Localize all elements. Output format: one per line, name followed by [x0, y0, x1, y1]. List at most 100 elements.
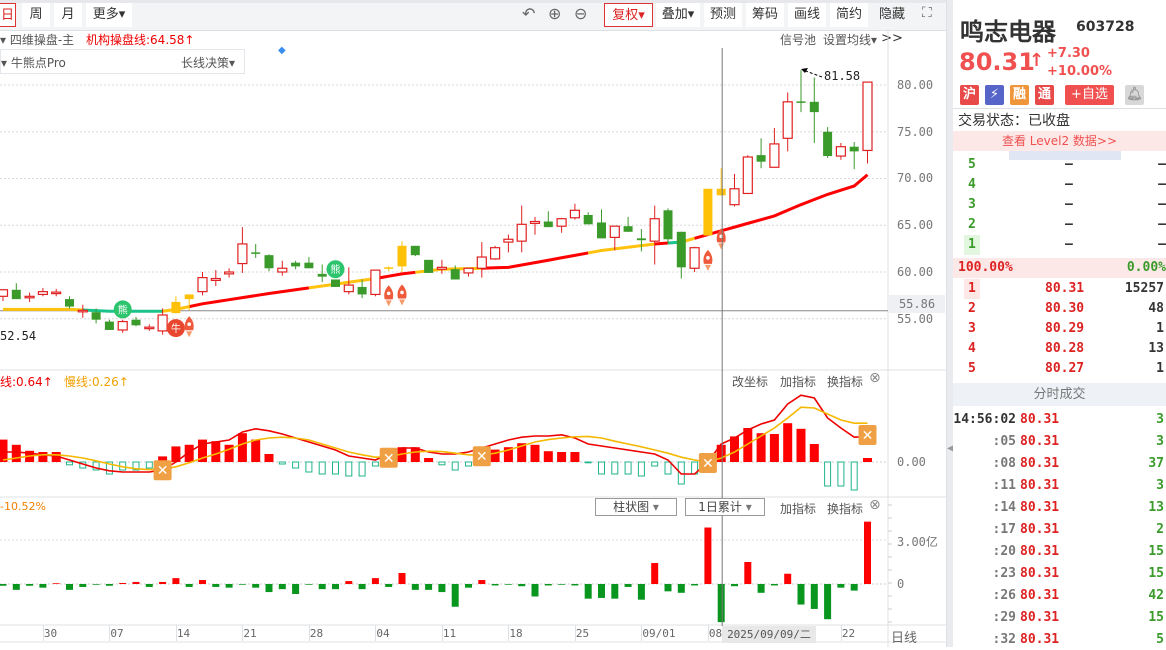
tick-price: 80.31 [1020, 610, 1060, 625]
tick-row: :14 80.31 13 [953, 498, 1166, 518]
hide-button[interactable]: 隐藏>> [870, 3, 914, 46]
shanghai-badge[interactable]: 沪 [960, 85, 979, 105]
switch-indicator-button[interactable]: 换指标 [827, 500, 863, 517]
ask-row: 5 — — [953, 155, 1166, 175]
candle-body [609, 225, 620, 239]
bid-level: 5 [968, 361, 976, 376]
zoom-out-icon[interactable]: ⊖ [574, 4, 587, 23]
ask-row: 4 — — [953, 175, 1166, 195]
candle-body [623, 226, 633, 232]
candle-body [503, 238, 514, 243]
volume-bar-outflow [624, 584, 632, 587]
tab-month[interactable]: 月 [54, 3, 82, 27]
ma-line-segment [694, 173, 869, 240]
tick-volume: 15 [1148, 566, 1164, 581]
tab-more[interactable]: 更多▾ [86, 3, 132, 27]
volume-bar-outflow [584, 584, 592, 599]
macd-slow-label: 慢线:0.26↑ [64, 375, 129, 389]
overlay-button[interactable]: 叠加▾ [656, 3, 700, 27]
volume-bar-inflow [159, 581, 167, 584]
level2-link[interactable]: 查看 Level2 数据>> [953, 131, 1166, 151]
tick-price: 80.31 [1020, 544, 1060, 559]
candle-body [597, 222, 606, 239]
margin-badge[interactable]: 融 [1010, 85, 1029, 105]
candle-body [716, 188, 726, 196]
draw-button[interactable]: 画线 [788, 3, 826, 27]
forecast-button[interactable]: 预测 [704, 3, 742, 27]
volume-bar-outflow [332, 584, 339, 590]
tick-volume: 37 [1148, 456, 1164, 471]
volume-bar-inflow [478, 580, 486, 584]
connect-badge[interactable]: 通 [1035, 85, 1054, 105]
date-tick: 28 [309, 627, 324, 640]
close-panel-icon[interactable]: ⊗ [869, 497, 881, 513]
bid-level: 1 [964, 279, 980, 299]
date-tick-mark [175, 625, 177, 641]
up-arrow-icon: ↑ [1029, 50, 1045, 71]
candle-body [317, 273, 327, 277]
candle-body [424, 259, 434, 273]
candle-body [809, 101, 819, 113]
candle-body [171, 301, 181, 314]
adjust-button[interactable]: 复权▾ [604, 3, 653, 27]
signal-pool-link[interactable]: 信号池 [780, 31, 816, 48]
tab-week[interactable]: 周 [22, 3, 50, 27]
change-axis-button[interactable]: 改坐标 [732, 373, 768, 390]
indicator-selector[interactable]: ▾ 四维操盘-主 [0, 31, 74, 48]
overlay-name[interactable]: ▾ 牛熊点Pro [1, 54, 66, 71]
ma-settings-link[interactable]: 设置均线▾ [823, 31, 877, 48]
candle-body [24, 295, 35, 299]
bell-icon[interactable]: 🔔︎ [1125, 85, 1144, 105]
tab-day[interactable]: 日 [0, 3, 16, 27]
macd-bar-positive [530, 444, 540, 462]
add-indicator-button[interactable]: 加指标 [780, 373, 816, 390]
macd-bar-negative [837, 461, 845, 487]
ask-level: 5 [968, 157, 976, 172]
tick-price: 80.31 [1020, 632, 1060, 647]
zoom-in-icon[interactable]: ⊕ [548, 4, 561, 23]
undo-icon[interactable]: ↶ [522, 4, 535, 23]
tick-price: 80.31 [1020, 478, 1060, 493]
cross-signal-glyph: ✕ [702, 456, 714, 472]
chips-button[interactable]: 筹码 [746, 3, 784, 27]
bid-row: 1 80.31 15257 [953, 279, 1166, 299]
add-indicator-button[interactable]: 加指标 [780, 500, 816, 517]
chart-type-select[interactable]: 柱状图 ▾ [595, 498, 677, 516]
candle-body [357, 286, 367, 295]
kline-chart[interactable]: 熊熊牛✕✕ ✕ ✕✕ [0, 31, 946, 647]
tick-volume: 15 [1148, 544, 1164, 559]
crosshair-date: 2025/09/09/二 [722, 626, 816, 643]
flash-badge-icon[interactable]: ⚡ [985, 85, 1004, 105]
macd-bar-negative [145, 461, 153, 469]
ma-line-segment [375, 270, 416, 281]
volume-bar-outflow [185, 584, 193, 587]
fullscreen-icon[interactable]: ⛶ [922, 5, 932, 21]
candle-body [11, 289, 21, 300]
price-tick: 65.00 [897, 218, 934, 232]
tick-row: :11 80.31 3 [953, 476, 1166, 496]
simple-button[interactable]: 简约 [830, 3, 868, 27]
macd-bar-positive [424, 458, 434, 462]
close-panel-icon[interactable]: ⊗ [869, 370, 881, 386]
tick-time: :11 [992, 478, 1016, 493]
volume-bar-outflow [544, 584, 552, 586]
macd-bar-positive [237, 433, 247, 462]
macd-bar-negative [624, 461, 632, 475]
tick-volume: 3 [1156, 412, 1164, 427]
volume-bar-outflow [837, 584, 845, 588]
candle-body [210, 277, 221, 282]
overlay-mode-select[interactable]: 长线决策▾ [181, 54, 235, 71]
volume-bar-outflow [451, 584, 459, 607]
price-change: +7.30 [1047, 46, 1090, 61]
volume-bar-outflow [39, 584, 47, 588]
tick-volume: 42 [1148, 588, 1164, 603]
volume-bar-outflow [491, 584, 499, 586]
panel-splitter[interactable]: ◀ [946, 0, 955, 647]
macd-bar-negative [611, 461, 619, 475]
add-watchlist-button[interactable]: +自选 [1065, 85, 1114, 105]
volume-bar-outflow [465, 584, 472, 588]
period-select[interactable]: 1日累计 ▾ [685, 498, 765, 516]
switch-indicator-button[interactable]: 换指标 [827, 373, 863, 390]
inst-line-value: 机构操盘线:64.58↑ [86, 33, 195, 47]
volume-bar-outflow [731, 584, 738, 587]
